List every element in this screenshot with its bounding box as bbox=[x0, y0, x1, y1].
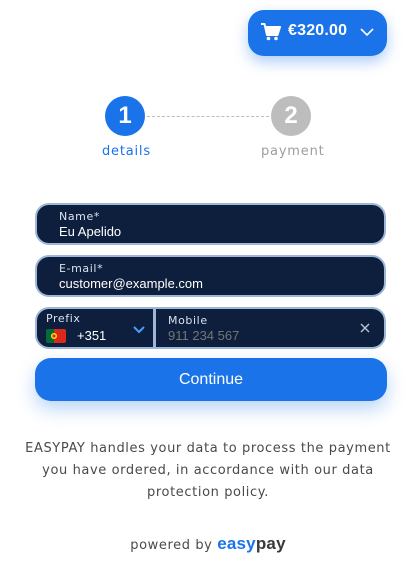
phone-prefix-select[interactable]: Prefix +351 bbox=[35, 307, 155, 349]
shopping-cart-icon bbox=[261, 23, 281, 41]
continue-button[interactable]: Continue bbox=[35, 358, 387, 401]
step-1-indicator: 1 bbox=[105, 96, 145, 136]
step-1-number: 1 bbox=[118, 102, 132, 129]
mobile-input[interactable] bbox=[168, 328, 348, 343]
powered-by-text: powered by bbox=[130, 538, 213, 553]
email-field-label: E-mail* bbox=[59, 262, 104, 275]
easypay-logo: easypay bbox=[217, 534, 286, 553]
email-input[interactable] bbox=[59, 276, 359, 291]
cart-amount: €320.00 bbox=[288, 22, 348, 39]
step-2-indicator: 2 bbox=[271, 96, 311, 136]
step-1-label: details bbox=[102, 144, 151, 159]
stepper-connector bbox=[147, 116, 269, 117]
privacy-notice: EASYPAY handles your data to process the… bbox=[25, 441, 391, 500]
step-2-label: payment bbox=[261, 144, 325, 159]
prefix-field-label: Prefix bbox=[46, 312, 81, 325]
logo-part-pay: pay bbox=[255, 534, 286, 553]
email-field[interactable]: E-mail* bbox=[35, 255, 386, 297]
chevron-down-icon bbox=[360, 28, 374, 37]
portugal-flag-icon bbox=[46, 329, 66, 343]
prefix-value: +351 bbox=[77, 328, 107, 343]
mobile-field-label: Mobile bbox=[168, 314, 208, 327]
name-field-label: Name* bbox=[59, 210, 100, 223]
step-2-number: 2 bbox=[284, 102, 298, 129]
name-field[interactable]: Name* bbox=[35, 203, 386, 245]
name-input[interactable] bbox=[59, 224, 359, 239]
chevron-down-icon bbox=[133, 326, 145, 334]
powered-by: powered by easypay bbox=[0, 534, 416, 554]
cart-total-button[interactable]: €320.00 bbox=[248, 10, 387, 56]
clear-icon[interactable] bbox=[360, 323, 370, 333]
mobile-field[interactable]: Mobile bbox=[154, 307, 386, 349]
logo-part-easy: easy bbox=[217, 534, 256, 553]
